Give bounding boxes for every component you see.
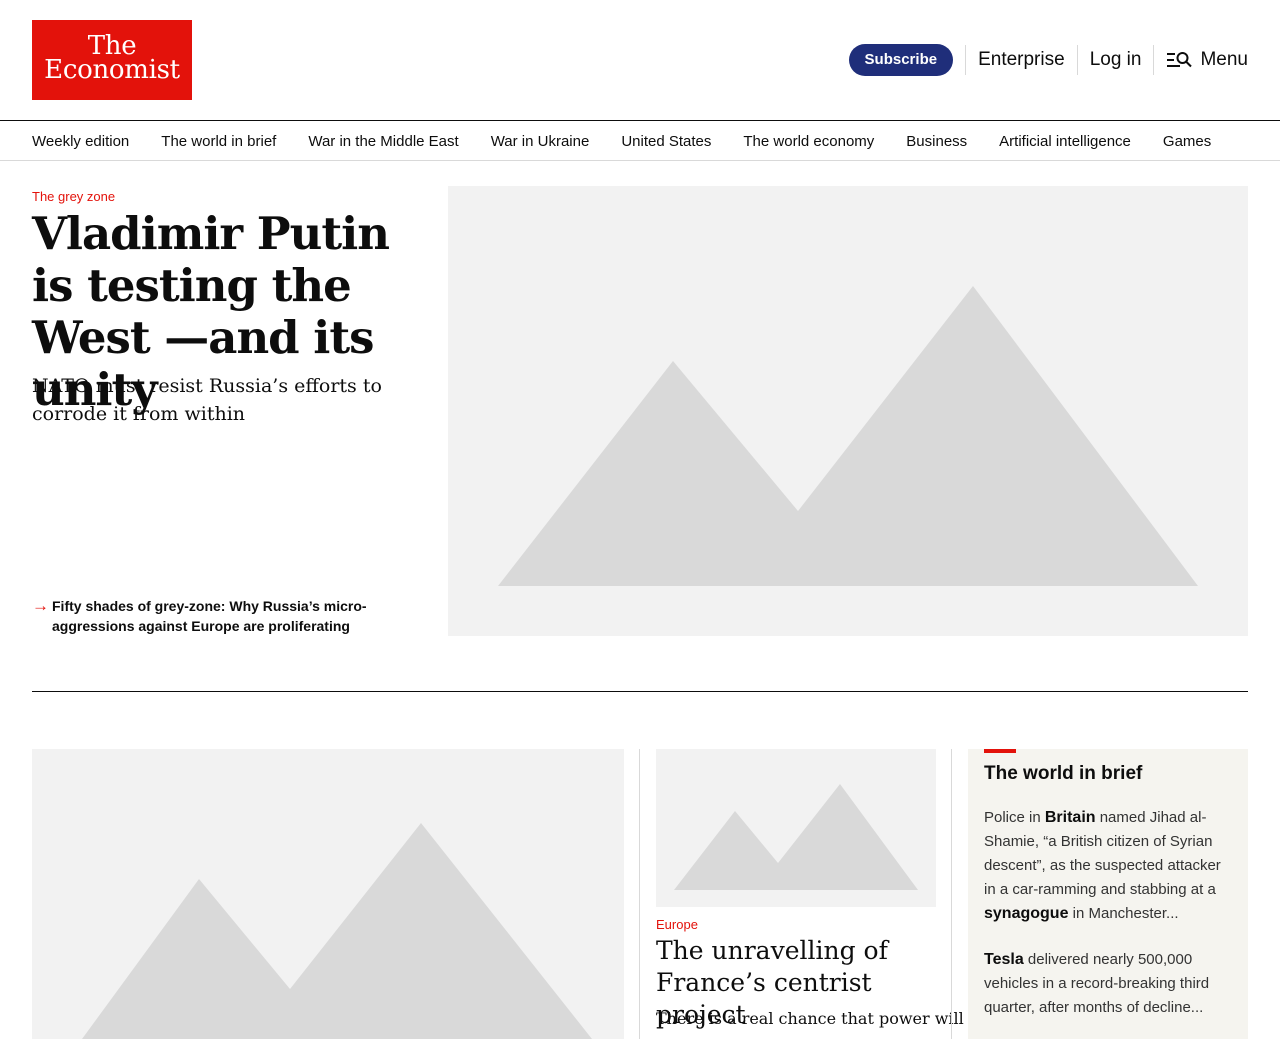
enterprise-link[interactable]: Enterprise — [978, 44, 1065, 76]
nav-business[interactable]: Business — [906, 133, 967, 150]
nav-war-middle-east[interactable]: War in the Middle East — [308, 133, 458, 150]
login-link[interactable]: Log in — [1090, 44, 1142, 76]
nav-world-in-brief[interactable]: The world in brief — [161, 133, 276, 150]
column-divider — [639, 749, 640, 1039]
mountain-placeholder-icon — [498, 286, 1198, 586]
nav-united-states[interactable]: United States — [621, 133, 711, 150]
brief-keyword: Britain — [1044, 809, 1096, 826]
nav-weekly-edition[interactable]: Weekly edition — [32, 133, 129, 150]
menu-label: Menu — [1200, 49, 1248, 70]
arrow-right-icon: → — [32, 596, 49, 615]
brief-text: in Manchester... — [1068, 905, 1179, 922]
story-kicker[interactable]: Europe — [656, 917, 698, 932]
brief-keyword: synagogue — [984, 905, 1069, 922]
mountain-placeholder-icon — [82, 823, 592, 1039]
menu-button[interactable]: Menu — [1166, 44, 1248, 76]
header-divider — [1153, 45, 1155, 75]
hero-image-placeholder[interactable] — [448, 186, 1248, 636]
site-header: The Economist Subscribe Enterprise Log i… — [0, 0, 1280, 120]
brief-item[interactable]: Tesla delivered nearly 500,000 vehicles … — [984, 948, 1236, 1020]
nav-games[interactable]: Games — [1163, 133, 1211, 150]
nav-artificial-intelligence[interactable]: Artificial intelligence — [999, 133, 1131, 150]
lead-image-placeholder[interactable] — [32, 749, 624, 1039]
brief-item[interactable]: Police in Britain named Jihad al-Shamie,… — [984, 806, 1236, 926]
hero-kicker[interactable]: The grey zone — [32, 189, 115, 204]
world-in-brief-panel: The world in brief Police in Britain nam… — [968, 749, 1248, 1039]
story-description: There is a real chance that power will — [656, 1009, 964, 1028]
header-actions: Subscribe Enterprise Log in Menu — [848, 44, 1248, 76]
section-divider — [32, 691, 1248, 692]
logo-line-2: Economist — [44, 55, 180, 85]
header-divider — [1076, 45, 1078, 75]
mountain-placeholder-icon — [674, 784, 918, 890]
brief-text: Police in — [984, 809, 1045, 826]
nav-world-economy[interactable]: The world economy — [743, 133, 874, 150]
story-image-placeholder[interactable] — [656, 749, 936, 907]
hero-story: The grey zone Vladimir Putin is testing … — [32, 186, 1248, 636]
subscribe-button[interactable]: Subscribe — [848, 44, 954, 76]
section-nav: Weekly edition The world in brief War in… — [0, 120, 1280, 161]
story-card: Europe The unravelling of France’s centr… — [656, 749, 964, 1029]
header-divider — [965, 45, 967, 75]
menu-search-icon — [1167, 52, 1193, 68]
related-link[interactable]: → Fifty shades of grey-zone: Why Russia’… — [32, 596, 412, 636]
hero-subheadline: NATO must resist Russia’s efforts to cor… — [32, 375, 382, 425]
related-link-text: Fifty shades of grey-zone: Why Russia’s … — [52, 598, 367, 634]
brief-keyword: Tesla — [984, 951, 1024, 968]
brief-heading[interactable]: The world in brief — [984, 763, 1142, 785]
column-divider — [951, 749, 952, 1039]
brief-accent-bar — [984, 749, 1016, 753]
nav-war-ukraine[interactable]: War in Ukraine — [491, 133, 590, 150]
economist-logo[interactable]: The Economist — [32, 20, 192, 100]
